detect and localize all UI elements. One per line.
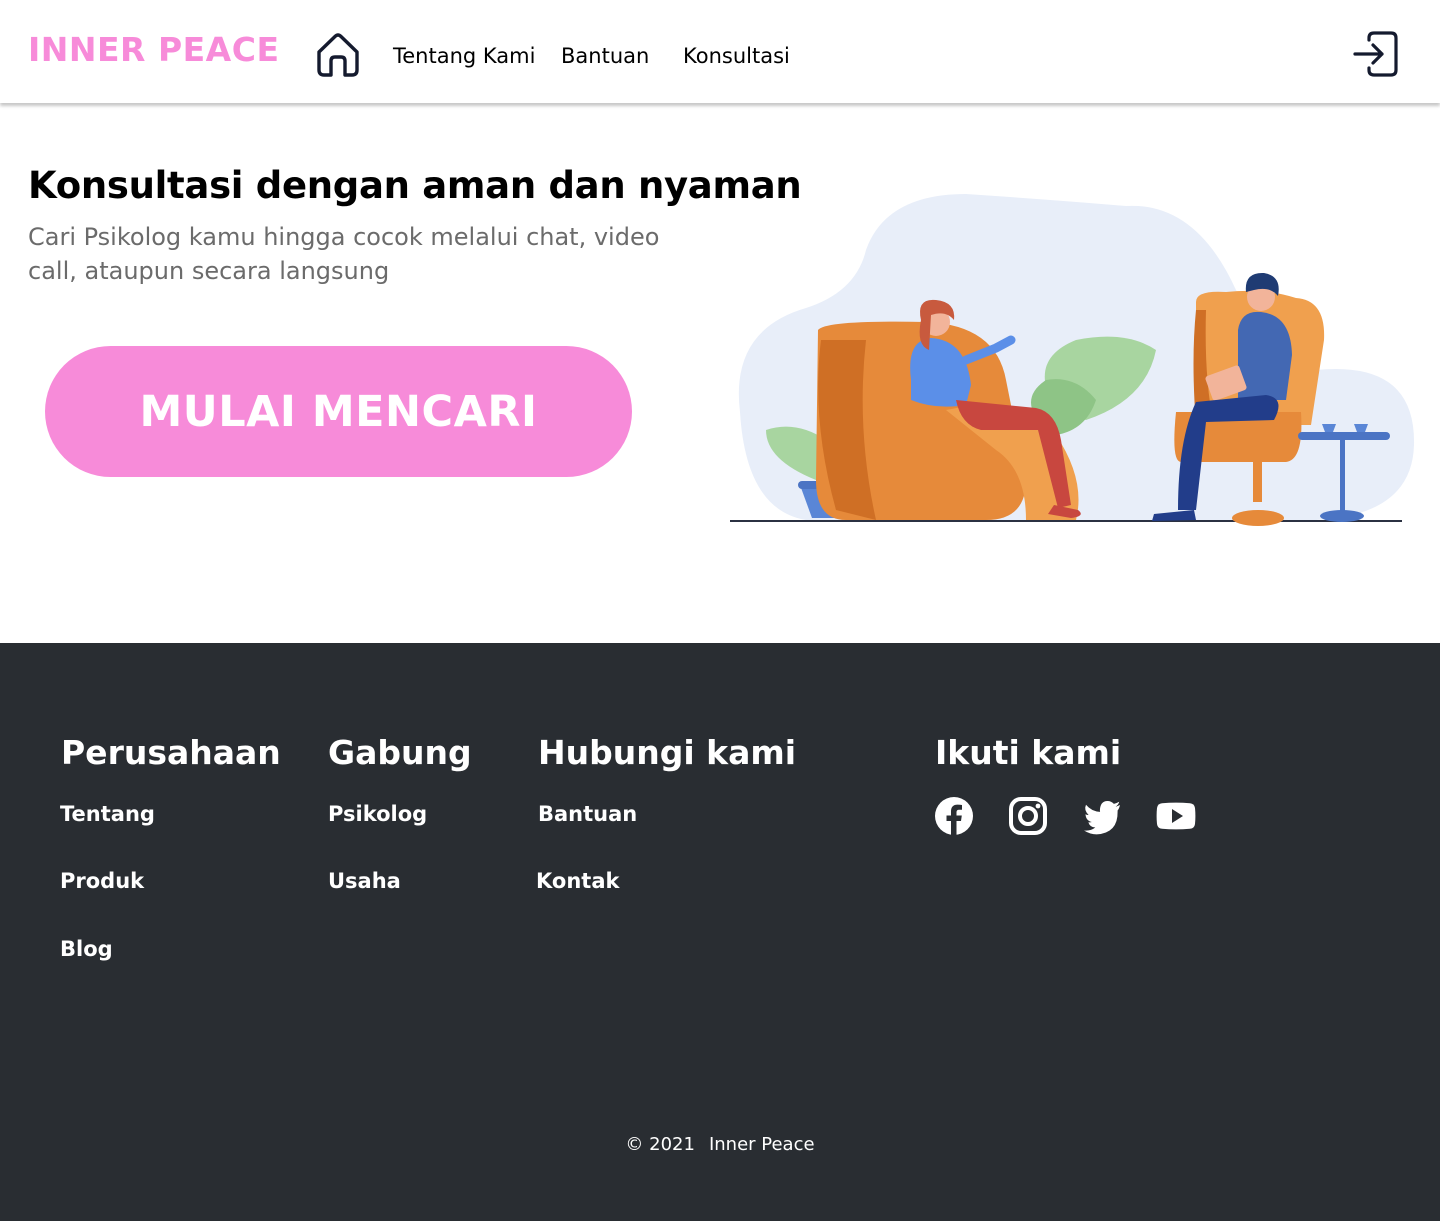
footer-heading-ikuti-kami: Ikuti kami <box>935 733 1122 772</box>
footer-link-tentang[interactable]: Tentang <box>60 802 155 826</box>
nav-konsultasi[interactable]: Konsultasi <box>683 44 790 68</box>
instagram-icon[interactable] <box>1008 796 1048 836</box>
footer-link-kontak[interactable]: Kontak <box>536 869 619 893</box>
footer-heading-perusahaan: Perusahaan <box>61 733 281 772</box>
footer-link-blog[interactable]: Blog <box>60 937 113 961</box>
youtube-icon[interactable] <box>1156 796 1196 836</box>
nav-bantuan[interactable]: Bantuan <box>561 44 649 68</box>
top-navbar: INNER PEACE Tentang Kami Bantuan Konsult… <box>0 0 1440 103</box>
log-in-icon[interactable] <box>1352 30 1400 78</box>
footer-heading-gabung: Gabung <box>328 733 472 772</box>
brand-logo[interactable]: INNER PEACE <box>28 30 280 69</box>
home-icon[interactable] <box>314 30 362 78</box>
start-search-button[interactable]: MULAI MENCARI <box>45 346 632 477</box>
footer-heading-hubungi-kami: Hubungi kami <box>538 733 797 772</box>
footer-link-produk[interactable]: Produk <box>60 869 144 893</box>
hero-subtitle: Cari Psikolog kamu hingga cocok melalui … <box>28 223 660 285</box>
hero-title: Konsultasi dengan aman dan nyaman <box>28 164 802 207</box>
therapy-session-illustration <box>730 194 1415 526</box>
footer: Perusahaan Tentang Produk Blog Gabung Ps… <box>0 643 1440 1221</box>
nav-tentang-kami[interactable]: Tentang Kami <box>393 44 535 68</box>
copyright-year: © 2021 <box>625 1134 695 1155</box>
facebook-icon[interactable] <box>934 796 974 836</box>
footer-link-usaha[interactable]: Usaha <box>328 869 401 893</box>
footer-link-psikolog[interactable]: Psikolog <box>328 802 427 826</box>
copyright-name: Inner Peace <box>708 1134 815 1155</box>
copyright-text: © 2021 Inner Peace <box>0 1134 1440 1155</box>
twitter-icon[interactable] <box>1082 796 1122 836</box>
footer-link-bantuan[interactable]: Bantuan <box>538 802 637 826</box>
